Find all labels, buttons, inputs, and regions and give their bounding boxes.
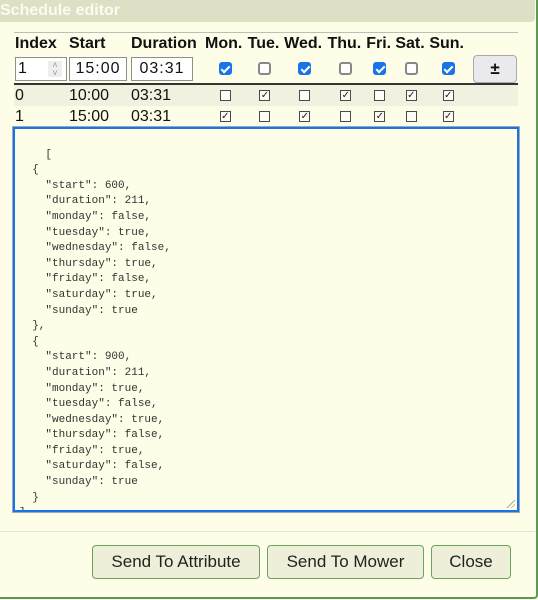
thursday-indicator: ✓: [340, 89, 352, 101]
header-sunday: Sun.: [428, 32, 469, 55]
close-button[interactable]: Close: [431, 545, 511, 579]
monday-indicator: ✓: [219, 110, 231, 122]
header-saturday: Sat.: [394, 32, 429, 55]
thursday-checkbox[interactable]: [339, 62, 353, 76]
add-remove-button[interactable]: ±: [473, 55, 517, 83]
row-start: 10:00: [68, 84, 130, 106]
header-tuesday: Tue.: [246, 32, 284, 55]
tuesday-indicator: [259, 110, 271, 122]
tuesday-checkbox[interactable]: [258, 62, 272, 76]
index-value: 1: [18, 60, 27, 77]
monday-checkbox[interactable]: [218, 62, 232, 76]
row-duration: 03:31: [131, 107, 172, 125]
table-row[interactable]: 0 10:00 03:31 ✓ ✓ ✓ ✓: [14, 84, 518, 106]
send-to-mower-button[interactable]: Send To Mower: [267, 545, 424, 579]
duration-input[interactable]: 03:31: [131, 57, 193, 81]
row-start: 15:00: [69, 107, 110, 125]
sunday-indicator: ✓: [442, 110, 454, 122]
schedule-json-textarea[interactable]: [ { "start": 600, "duration": 211, "mond…: [12, 126, 520, 513]
header-friday: Fri.: [365, 32, 395, 55]
json-text: [ { "start": 600, "duration": 211, "mond…: [19, 148, 171, 510]
sunday-indicator: ✓: [442, 89, 454, 101]
friday-checkbox[interactable]: [373, 62, 387, 76]
dialog-titlebar[interactable]: Schedule editor: [0, 0, 535, 22]
row-index: 0: [14, 84, 68, 106]
schedule-table: Index Start Duration Mon. Tue. Wed. Thu.…: [14, 32, 518, 127]
header-thursday: Thu.: [326, 32, 366, 55]
header-start: Start: [68, 32, 130, 55]
edit-row: 1 ˄ ˅ 15:00 03:31 ±: [14, 55, 518, 85]
row-duration: 03:31: [130, 84, 204, 106]
send-to-attribute-button[interactable]: Send To Attribute: [92, 545, 260, 579]
header-wednesday: Wed.: [283, 32, 327, 55]
schedule-editor-dialog: Schedule editor Index Start Duration Mon…: [0, 0, 538, 599]
wednesday-indicator: [299, 89, 311, 101]
header-monday: Mon.: [204, 32, 247, 55]
saturday-indicator: [405, 110, 417, 122]
friday-indicator: ✓: [374, 110, 386, 122]
header-action: [468, 32, 518, 55]
saturday-indicator: ✓: [405, 89, 417, 101]
thursday-indicator: [340, 110, 352, 122]
monday-indicator: [219, 89, 231, 101]
row-index: 1: [15, 107, 24, 125]
header-index: Index: [14, 32, 68, 55]
spinner-arrows-icon[interactable]: ˄ ˅: [48, 61, 62, 78]
wednesday-indicator: ✓: [299, 110, 311, 122]
footer-divider: [0, 531, 535, 532]
wednesday-checkbox[interactable]: [298, 62, 312, 76]
resize-grip-icon[interactable]: [505, 498, 515, 508]
header-duration: Duration: [130, 32, 204, 55]
start-time-input[interactable]: 15:00: [69, 57, 127, 81]
friday-indicator: [374, 89, 386, 101]
dialog-title: Schedule editor: [0, 2, 121, 19]
tuesday-indicator: ✓: [259, 89, 271, 101]
sunday-checkbox[interactable]: [441, 62, 455, 76]
saturday-checkbox[interactable]: [404, 62, 418, 76]
index-stepper[interactable]: 1 ˄ ˅: [15, 57, 67, 81]
table-row[interactable]: 1 15:00 03:31 ✓ ✓ ✓ ✓: [14, 106, 518, 127]
